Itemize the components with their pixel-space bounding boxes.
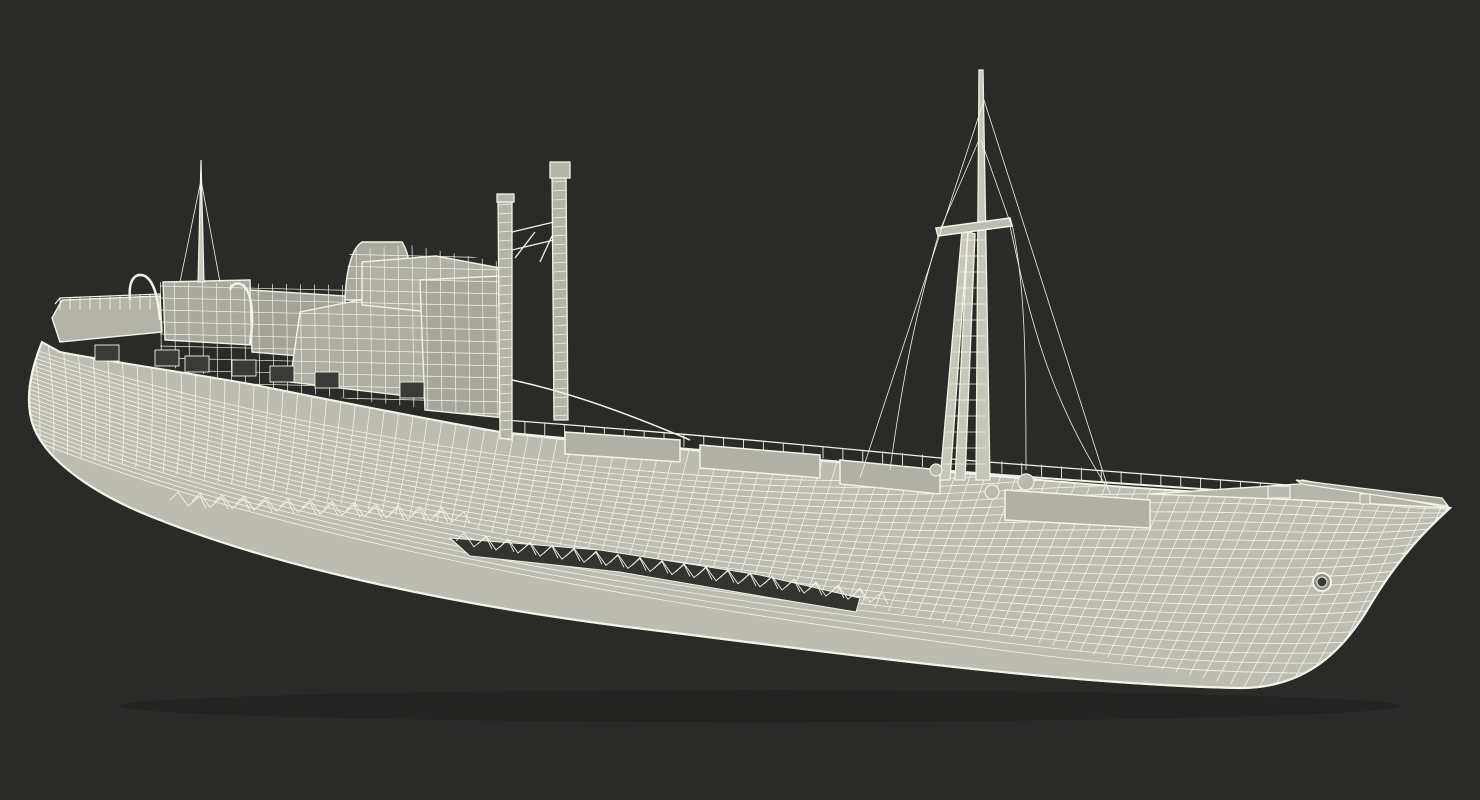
aft-mast-pole [197, 159, 205, 283]
aft-mast [179, 159, 221, 283]
render-viewport [0, 0, 1480, 800]
stack-cap-right [549, 161, 571, 179]
windlass [1267, 485, 1291, 499]
deckhouse-window [399, 381, 425, 399]
engine-casing [419, 275, 506, 419]
deckhouse-window [231, 359, 257, 377]
deckhouse-window [154, 349, 180, 367]
deckhouse-window [314, 371, 340, 389]
stack-cap-left [496, 193, 515, 203]
rigging-stay-6 [983, 99, 1111, 495]
ground-shadow [120, 690, 1400, 722]
ship-hull [28, 340, 1453, 690]
boom-to-hatch [511, 379, 691, 441]
house-grid-line [160, 249, 505, 259]
rigging-stay-5 [889, 235, 939, 471]
bow-porthole-inner [1316, 576, 1328, 588]
main-mast [859, 69, 1111, 495]
exhaust-stack-right [551, 173, 569, 421]
deckhouse-window [269, 365, 295, 383]
poop-deck [51, 295, 163, 343]
winch-2 [984, 484, 1000, 500]
exhaust-stacks [496, 161, 691, 441]
stack-cross-brace [511, 221, 555, 263]
winch-3 [929, 463, 943, 477]
hull-surface [28, 340, 1453, 690]
winch-1 [1017, 473, 1035, 491]
rigging-stay-4 [1011, 223, 1027, 471]
deckhouse-window [94, 344, 120, 362]
main-mast-pole [975, 69, 991, 481]
deckhouse-window [184, 355, 210, 373]
capstan [1359, 493, 1371, 505]
exhaust-stack-left [497, 195, 513, 441]
ship-wireframe-render [27, 69, 1453, 722]
